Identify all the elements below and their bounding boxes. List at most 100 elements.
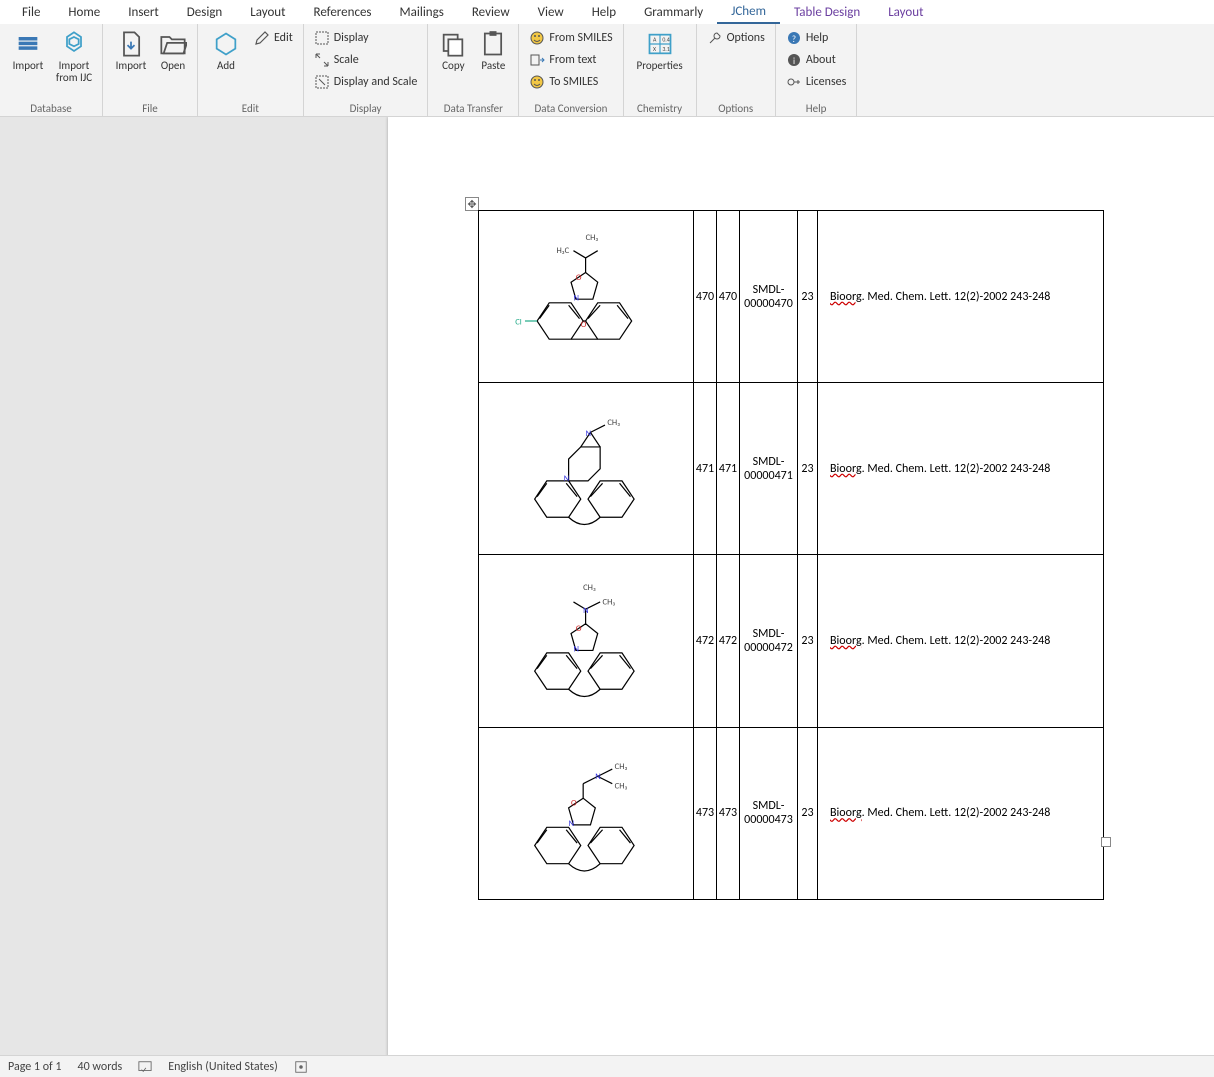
id2-cell[interactable]: 472 bbox=[717, 555, 740, 727]
tab-review[interactable]: Review bbox=[458, 2, 524, 23]
tab-file[interactable]: File bbox=[8, 2, 54, 23]
btn-db-import-ijc[interactable]: Import from IJC bbox=[52, 26, 96, 88]
btn-label: Import bbox=[116, 60, 147, 72]
btn-from-smiles[interactable]: From SMILES bbox=[525, 28, 616, 48]
btn-label: Display bbox=[334, 31, 369, 45]
btn-options[interactable]: Options bbox=[703, 28, 769, 48]
status-language[interactable]: English (United States) bbox=[168, 1060, 278, 1074]
btn-file-open[interactable]: Open bbox=[155, 26, 191, 76]
group-label: Chemistry bbox=[630, 100, 690, 116]
tab-layout-context[interactable]: Layout bbox=[874, 2, 937, 23]
code-cell[interactable]: SMDL-00000471 bbox=[740, 383, 798, 555]
btn-label: From SMILES bbox=[549, 31, 612, 45]
scale-icon bbox=[314, 52, 330, 68]
help-icon: ? bbox=[786, 30, 802, 46]
group-data-transfer: Copy Paste Data Transfer bbox=[428, 24, 519, 116]
tab-grammarly[interactable]: Grammarly bbox=[630, 2, 717, 23]
status-macro-icon[interactable] bbox=[294, 1060, 308, 1074]
id1-cell[interactable]: 471 bbox=[694, 383, 717, 555]
tab-view[interactable]: View bbox=[524, 2, 578, 23]
btn-licenses[interactable]: Licenses bbox=[782, 72, 851, 92]
tab-references[interactable]: References bbox=[300, 2, 386, 23]
btn-about[interactable]: i About bbox=[782, 50, 851, 70]
btn-scale[interactable]: Scale bbox=[310, 50, 422, 70]
cite-prefix: Bioorg bbox=[830, 806, 862, 820]
smile-icon bbox=[529, 30, 545, 46]
table-row[interactable]: CH₃ H₃C O N O Cl 470 470 SMDL-00000470 2… bbox=[479, 211, 1104, 383]
btn-edit[interactable]: Edit bbox=[250, 28, 297, 48]
structure-cell[interactable]: CH₃ H₃C O N O Cl bbox=[479, 211, 694, 383]
group-database: Import Import from IJC Database bbox=[0, 24, 103, 116]
code-cell[interactable]: SMDL-00000473 bbox=[740, 727, 798, 899]
paste-icon bbox=[479, 30, 507, 58]
group-options: Options Options bbox=[697, 24, 776, 116]
id2-cell[interactable]: 471 bbox=[717, 383, 740, 555]
ribbon-body: Import Import from IJC Database Import bbox=[0, 24, 1214, 116]
tab-layout[interactable]: Layout bbox=[236, 2, 299, 23]
id2-cell[interactable]: 473 bbox=[717, 727, 740, 899]
btn-db-import[interactable]: Import bbox=[6, 26, 50, 76]
chemical-table[interactable]: CH₃ H₃C O N O Cl 470 470 SMDL-00000470 2… bbox=[478, 210, 1104, 900]
btn-display[interactable]: Display bbox=[310, 28, 422, 48]
tab-insert[interactable]: Insert bbox=[114, 2, 173, 23]
table-row[interactable]: CH₃ CH₃ O N N 472 472 SMDL-00000472 23 B… bbox=[479, 555, 1104, 727]
btn-file-import[interactable]: Import bbox=[109, 26, 153, 76]
citation-cell[interactable]: Bioorg. Med. Chem. Lett. 12(2)-2002 243-… bbox=[818, 383, 1104, 555]
group-display: Display Scale Display and Scale Display bbox=[304, 24, 429, 116]
table-row[interactable]: CH₃ N N 471 471 SMDL-00000471 23 Bioorg.… bbox=[479, 383, 1104, 555]
id1-cell[interactable]: 470 bbox=[694, 211, 717, 383]
tab-help[interactable]: Help bbox=[578, 2, 630, 23]
btn-copy[interactable]: Copy bbox=[434, 26, 472, 76]
svg-text:i: i bbox=[793, 56, 795, 67]
code-cell[interactable]: SMDL-00000472 bbox=[740, 555, 798, 727]
table-row[interactable]: CH₃ CH₃ O N N 473 473 SMDL-00000473 23 B… bbox=[479, 727, 1104, 899]
svg-text:N: N bbox=[574, 293, 579, 303]
btn-add[interactable]: Add bbox=[204, 26, 248, 76]
status-words[interactable]: 40 words bbox=[78, 1060, 123, 1074]
ribbon-tabs: File Home Insert Design Layout Reference… bbox=[0, 0, 1214, 24]
num-cell[interactable]: 23 bbox=[798, 383, 818, 555]
copy-icon bbox=[439, 30, 467, 58]
tab-design[interactable]: Design bbox=[173, 2, 236, 23]
tab-home[interactable]: Home bbox=[54, 2, 114, 23]
btn-label: Copy bbox=[442, 60, 464, 72]
structure-cell[interactable]: CH₃ CH₃ O N N bbox=[479, 555, 694, 727]
num-cell[interactable]: 23 bbox=[798, 211, 818, 383]
ijc-import-icon bbox=[60, 30, 88, 58]
btn-label: Options bbox=[727, 31, 765, 45]
btn-help[interactable]: ? Help bbox=[782, 28, 851, 48]
svg-text:O: O bbox=[571, 799, 577, 809]
structure-cell[interactable]: CH₃ N N bbox=[479, 383, 694, 555]
cite-rest: . Med. Chem. Lett. 12(2)-2002 243-248 bbox=[862, 634, 1051, 648]
citation-cell[interactable]: Bioorg. Med. Chem. Lett. 12(2)-2002 243-… bbox=[818, 211, 1104, 383]
tab-table-design[interactable]: Table Design bbox=[780, 2, 874, 23]
btn-label: Edit bbox=[274, 31, 293, 45]
structure-cell[interactable]: CH₃ CH₃ O N N bbox=[479, 727, 694, 899]
status-spellcheck-icon[interactable] bbox=[138, 1060, 152, 1074]
status-page[interactable]: Page 1 of 1 bbox=[8, 1060, 62, 1074]
num-cell[interactable]: 23 bbox=[798, 555, 818, 727]
id1-cell[interactable]: 473 bbox=[694, 727, 717, 899]
code-cell[interactable]: SMDL-00000470 bbox=[740, 211, 798, 383]
btn-label: About bbox=[806, 53, 836, 67]
svg-text:O: O bbox=[576, 273, 582, 283]
id2-cell[interactable]: 470 bbox=[717, 211, 740, 383]
pencil-icon bbox=[254, 30, 270, 46]
id1-cell[interactable]: 472 bbox=[694, 555, 717, 727]
citation-cell[interactable]: Bioorg. Med. Chem. Lett. 12(2)-2002 243-… bbox=[818, 727, 1104, 899]
table-resize-handle[interactable] bbox=[1101, 837, 1111, 847]
document-area[interactable]: ✥ bbox=[0, 117, 1214, 1055]
citation-cell[interactable]: Bioorg. Med. Chem. Lett. 12(2)-2002 243-… bbox=[818, 555, 1104, 727]
btn-from-text[interactable]: From text bbox=[525, 50, 616, 70]
btn-to-smiles[interactable]: To SMILES bbox=[525, 72, 616, 92]
btn-paste[interactable]: Paste bbox=[474, 26, 512, 76]
tab-mailings[interactable]: Mailings bbox=[386, 2, 458, 23]
cite-rest: . Med. Chem. Lett. 12(2)-2002 243-248 bbox=[862, 290, 1051, 304]
num-cell[interactable]: 23 bbox=[798, 727, 818, 899]
btn-display-scale[interactable]: Display and Scale bbox=[310, 72, 422, 92]
svg-text:Cl: Cl bbox=[516, 317, 523, 327]
tab-jchem[interactable]: JChem bbox=[717, 1, 780, 24]
btn-properties[interactable]: A0.4X3.1 Properties bbox=[630, 26, 690, 76]
svg-text:CH₃: CH₃ bbox=[586, 233, 599, 243]
btn-label: Paste bbox=[481, 60, 505, 72]
